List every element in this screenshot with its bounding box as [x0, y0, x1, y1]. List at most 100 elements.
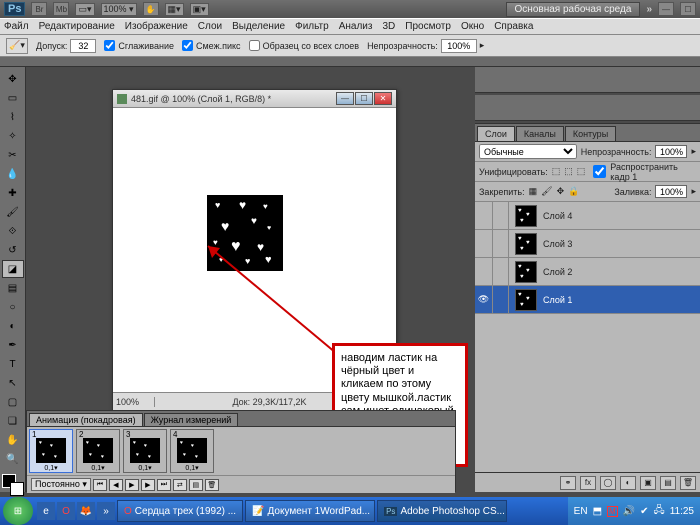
tween-button[interactable]: ⇄ — [173, 479, 187, 491]
type-tool[interactable]: T — [2, 355, 24, 373]
animation-frame[interactable]: 2♥♥♥♥0,1▾ — [76, 429, 120, 473]
ql-desktop-icon[interactable]: » — [97, 502, 115, 520]
mask-icon[interactable]: ◯ — [600, 476, 616, 490]
3d-tool[interactable]: ❏ — [2, 412, 24, 430]
heal-tool[interactable]: ✚ — [2, 184, 24, 202]
tolerance-input[interactable] — [70, 39, 96, 53]
menu-layers[interactable]: Слои — [198, 21, 222, 32]
lang-indicator[interactable]: EN — [574, 506, 588, 517]
eraser-tool[interactable]: ◪ — [2, 260, 24, 278]
ql-firefox-icon[interactable]: 🦊 — [77, 502, 95, 520]
lock-all-icon[interactable]: 🔒 — [568, 186, 579, 197]
alllayers-checkbox[interactable] — [249, 40, 260, 51]
tool-preset-icon[interactable]: 🧹▾ — [6, 38, 28, 54]
loop-select[interactable]: Постоянно ▾ — [31, 478, 91, 491]
layer-row[interactable]: ♥♥♥Слой 2 — [475, 258, 700, 286]
doc-close-button[interactable]: ✕ — [374, 92, 392, 105]
unify-icon-3[interactable]: ⬚ — [577, 166, 586, 177]
tab-channels[interactable]: Каналы — [516, 126, 564, 141]
max-icon[interactable]: ☐ — [680, 2, 696, 16]
task-item[interactable]: PsAdobe Photoshop CS... — [377, 500, 507, 522]
layer-opacity-input[interactable] — [655, 145, 687, 158]
menu-select[interactable]: Выделение — [232, 21, 285, 32]
document-titlebar[interactable]: 481.gif @ 100% (Слой 1, RGB/8) * — ☐ ✕ — [113, 90, 396, 108]
tray-vol-icon[interactable]: 🔊 — [623, 506, 635, 517]
first-frame-button[interactable]: ⏮ — [93, 479, 107, 491]
tab-paths[interactable]: Контуры — [565, 126, 616, 141]
view-combo[interactable]: ▭▾ — [75, 3, 94, 16]
antialias-checkbox[interactable] — [104, 40, 115, 51]
history-brush-tool[interactable]: ↺ — [2, 241, 24, 259]
menu-help[interactable]: Справка — [494, 21, 533, 32]
menu-view[interactable]: Просмотр — [405, 21, 451, 32]
menu-analysis[interactable]: Анализ — [339, 21, 373, 32]
frame-time[interactable]: 0,1▾ — [91, 464, 104, 472]
doc-zoom[interactable]: 100% — [113, 397, 155, 407]
visibility-toggle[interactable] — [475, 258, 493, 286]
blur-tool[interactable]: ○ — [2, 298, 24, 316]
collapsed-panel-1[interactable] — [475, 67, 700, 93]
hand-icon[interactable]: ✋ — [143, 2, 159, 16]
tray-icon[interactable]: ⬒ — [593, 506, 602, 517]
path-tool[interactable]: ↖ — [2, 374, 24, 392]
workspace-switcher[interactable]: Основная рабочая среда — [506, 2, 641, 17]
prev-frame-button[interactable]: ◀ — [109, 479, 123, 491]
lock-paint-icon[interactable]: 🖌 — [541, 186, 552, 197]
frame-time[interactable]: 0,1▾ — [138, 464, 151, 472]
gradient-tool[interactable]: ▤ — [2, 279, 24, 297]
task-item[interactable]: 📝Документ 1WordPad... — [245, 500, 375, 522]
tray-net-icon[interactable]: 🖧 — [654, 503, 665, 520]
visibility-toggle[interactable] — [475, 230, 493, 258]
tab-measurement[interactable]: Журнал измерений — [144, 413, 239, 426]
menu-file[interactable]: Файл — [4, 21, 29, 32]
color-swatches[interactable] — [2, 474, 24, 496]
eyedropper-tool[interactable]: 💧 — [2, 165, 24, 183]
trash-icon[interactable]: 🗑 — [680, 476, 696, 490]
dodge-tool[interactable]: ◐ — [2, 317, 24, 335]
layer-row[interactable]: ♥♥♥Слой 4 — [475, 202, 700, 230]
animation-frame[interactable]: 4♥♥♥♥0,1▾ — [170, 429, 214, 473]
group-icon[interactable]: ▣ — [640, 476, 656, 490]
crop-tool[interactable]: ✂ — [2, 146, 24, 164]
chevrons-icon[interactable]: » — [646, 4, 652, 15]
shape-tool[interactable]: ▢ — [2, 393, 24, 411]
opacity-chevron-icon[interactable]: ▸ — [691, 146, 696, 157]
blend-mode-select[interactable]: Обычные — [479, 144, 577, 159]
clock[interactable]: 11:25 — [670, 506, 694, 517]
zoom-combo[interactable]: 100% ▾ — [101, 3, 137, 16]
unify-icon-1[interactable]: ⬚ — [552, 166, 561, 177]
bridge-icon[interactable]: Br — [31, 2, 47, 16]
propagate-checkbox[interactable] — [593, 165, 606, 178]
mb-icon[interactable]: Mb — [53, 2, 69, 16]
fill-chevron-icon[interactable]: ▸ — [691, 186, 696, 197]
layer-row[interactable]: 👁♥♥♥Слой 1 — [475, 286, 700, 314]
min-icon[interactable]: — — [658, 2, 674, 16]
opacity-input[interactable] — [441, 39, 477, 53]
new-layer-icon[interactable]: ▤ — [660, 476, 676, 490]
tray-m-icon[interactable]: M — [607, 506, 618, 517]
contiguous-checkbox[interactable] — [182, 40, 193, 51]
delete-frame-button[interactable]: 🗑 — [205, 479, 219, 491]
visibility-toggle[interactable]: 👁 — [475, 286, 493, 314]
marquee-tool[interactable]: ▭ — [2, 89, 24, 107]
visibility-toggle[interactable] — [475, 202, 493, 230]
menu-window[interactable]: Окно — [461, 21, 484, 32]
new-frame-button[interactable]: ▤ — [189, 479, 203, 491]
layer-row[interactable]: ♥♥♥Слой 3 — [475, 230, 700, 258]
ql-ie-icon[interactable]: e — [37, 502, 55, 520]
arrange-combo[interactable]: ▦▾ — [165, 3, 184, 16]
menu-image[interactable]: Изображение — [125, 21, 188, 32]
lasso-tool[interactable]: ⌇ — [2, 108, 24, 126]
unify-icon-2[interactable]: ⬚ — [564, 166, 573, 177]
ql-opera-icon[interactable]: O — [57, 502, 75, 520]
fx-icon[interactable]: fx — [580, 476, 596, 490]
menu-3d[interactable]: 3D — [382, 21, 395, 32]
frame-time[interactable]: 0,1▾ — [44, 464, 57, 472]
fill-input[interactable] — [655, 185, 687, 198]
zoom-tool[interactable]: 🔍 — [2, 450, 24, 468]
tab-layers[interactable]: Слои — [477, 126, 515, 141]
pen-tool[interactable]: ✒ — [2, 336, 24, 354]
animation-frame[interactable]: 1♥♥♥♥0,1▾ — [29, 429, 73, 473]
doc-max-button[interactable]: ☐ — [355, 92, 373, 105]
last-frame-button[interactable]: ⏭ — [157, 479, 171, 491]
